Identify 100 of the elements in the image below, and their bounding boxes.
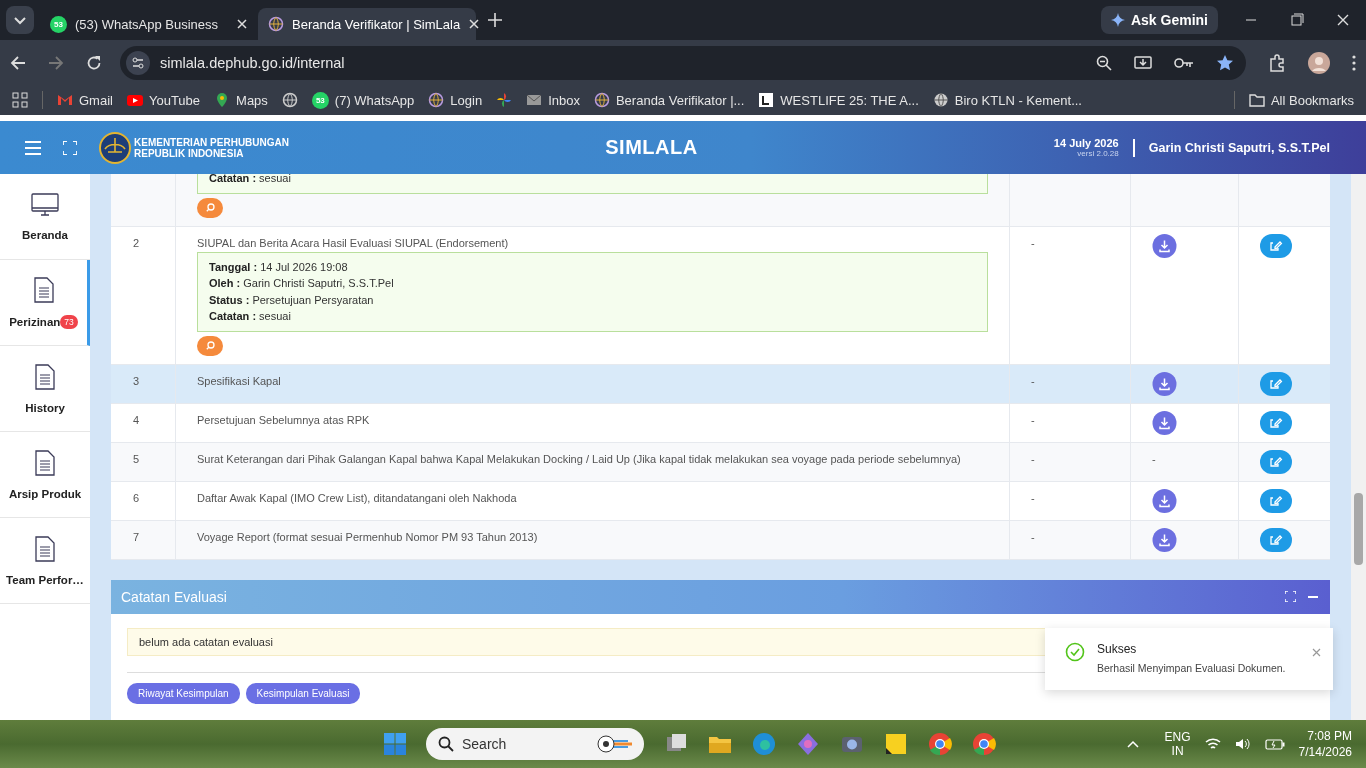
bookmark-link[interactable]: Gmail <box>79 92 113 108</box>
scrollbar[interactable] <box>1351 174 1366 720</box>
download-button[interactable] <box>1152 410 1177 435</box>
language-indicator[interactable]: ENG IN <box>1164 730 1191 758</box>
check-circle-icon <box>1065 642 1085 662</box>
chrome-icon[interactable] <box>928 732 952 756</box>
document-name: Surat Keterangan dari Pihak Galangan Kapal bahwa Kapal Melakukan Docking / Laid Up (Jika kapal tidak melakukan sea voyage pada periode sebelumnya) <box>197 452 962 465</box>
search-field[interactable]: Search <box>426 728 644 760</box>
note-line: Tanggal : 14 Jul 2026 19:08 <box>209 259 349 275</box>
sidebar-item[interactable]: Perizinan 73 <box>0 260 90 346</box>
document-name: SIUPAL dan Berita Acara Hasil Evaluasi SIUPAL (Endorsement) <box>197 236 510 249</box>
close-icon[interactable] <box>468 18 481 30</box>
sidebar-item[interactable]: History <box>0 346 90 432</box>
bookmark-link[interactable]: YouTube <box>148 92 201 108</box>
bookmark-link[interactable]: WESTLIFE 25: THE A... <box>780 92 919 108</box>
bookmark-link[interactable]: All Bookmarks <box>1270 92 1354 108</box>
region-text: IN <box>1171 744 1184 758</box>
battery-icon[interactable] <box>1264 738 1285 750</box>
scrollbar-thumb[interactable] <box>1354 493 1363 565</box>
edit-button[interactable] <box>1260 371 1292 396</box>
mail-icon[interactable] <box>57 92 73 108</box>
count-badge: 73 <box>60 314 78 329</box>
square-icon[interactable] <box>758 92 775 108</box>
chrome-icon[interactable] <box>972 732 996 756</box>
url-text: simlala.dephub.go.id/internal <box>160 54 345 71</box>
date-text: 7/14/2026 <box>1298 744 1352 760</box>
extensions-icon[interactable] <box>1268 53 1286 72</box>
edit-button[interactable] <box>1260 488 1292 513</box>
apps-grid-icon[interactable] <box>12 92 28 108</box>
toast-title: Sukses <box>1097 642 1138 656</box>
reload-icon[interactable] <box>86 54 102 71</box>
bookmark-link[interactable]: (7) WhatsApp <box>334 92 415 108</box>
bookmark-link[interactable]: Beranda Verifikator |... <box>615 92 745 108</box>
clock[interactable]: 7:08 PM 7/14/2026 <box>1298 728 1352 760</box>
key-icon[interactable] <box>1174 55 1194 70</box>
back-icon[interactable] <box>10 54 26 71</box>
play-icon[interactable] <box>126 92 143 108</box>
fullscreen-icon[interactable] <box>63 140 77 155</box>
note-line: Catatan : sesuai <box>209 309 292 325</box>
sidebar-label: Beranda <box>22 228 68 241</box>
folder-icon[interactable] <box>1248 93 1265 107</box>
forward-icon[interactable] <box>48 54 64 71</box>
expand-icon[interactable] <box>1285 591 1296 603</box>
new-tab-icon[interactable] <box>488 13 502 27</box>
speaker-icon[interactable] <box>1234 737 1251 751</box>
document-icon <box>33 276 54 303</box>
tab-title: (53) WhatsApp Business <box>75 16 220 32</box>
table-cell: - <box>1031 530 1035 543</box>
mail-icon[interactable] <box>526 92 543 108</box>
row-number: 5 <box>133 452 140 465</box>
menu-icon[interactable] <box>25 140 41 155</box>
chevron-up-icon[interactable] <box>1126 740 1139 748</box>
globe-icon[interactable] <box>428 92 445 108</box>
tab-list-icon[interactable] <box>6 6 34 34</box>
sidebar-label: Perizinan <box>9 315 61 328</box>
edit-button[interactable] <box>1260 449 1292 474</box>
sparkle-icon <box>1110 13 1125 27</box>
version-text: versi 2.0.28 <box>1077 149 1119 158</box>
browser-icon[interactable] <box>752 732 776 756</box>
sidebar-item[interactable]: Arsip Produk <box>0 432 90 518</box>
sidebar-item[interactable]: Team Perfor… <box>0 518 90 604</box>
start-icon[interactable] <box>384 733 406 755</box>
note-line: Catatan : sesuai <box>209 174 292 186</box>
bookmark-link[interactable]: Inbox <box>548 92 580 108</box>
download-button[interactable] <box>1152 233 1177 258</box>
download-button[interactable] <box>1152 527 1177 552</box>
sticky-note-icon[interactable] <box>884 732 908 756</box>
action-button[interactable]: Riwayat Kesimpulan <box>127 682 240 704</box>
zoom-icon[interactable] <box>1096 54 1112 71</box>
browser-tab[interactable]: 53 (53) WhatsApp Business <box>40 8 258 40</box>
edit-button[interactable] <box>1260 233 1292 258</box>
download-button[interactable] <box>1152 488 1177 513</box>
sidebar-label: Arsip Produk <box>8 487 82 500</box>
sidebar-item[interactable]: Beranda <box>0 174 90 260</box>
bookmark-link[interactable]: Biro KTLN - Kement... <box>954 92 1082 108</box>
address-bar[interactable]: simlala.dephub.go.id/internal <box>120 45 1246 80</box>
wifi-icon[interactable] <box>1204 737 1221 751</box>
edit-button[interactable] <box>1260 527 1292 552</box>
more-icon[interactable] <box>1352 54 1356 71</box>
table-cell: - <box>1031 236 1035 249</box>
bookmark-link[interactable]: Maps <box>236 92 268 108</box>
star-icon[interactable] <box>1216 53 1234 72</box>
document-icon <box>35 449 55 476</box>
table-cell-text: - <box>1152 451 1156 465</box>
ask-gemini-button[interactable]: Ask Gemini <box>1100 6 1218 34</box>
time-text: 7:08 PM <box>1307 728 1352 744</box>
install-icon[interactable] <box>1134 54 1152 71</box>
download-button[interactable] <box>1152 371 1177 396</box>
action-button[interactable]: Kesimpulan Evaluasi <box>245 682 361 704</box>
avatar-icon[interactable] <box>1308 51 1330 74</box>
browser-tab[interactable]: Beranda Verifikator | SimLala <box>258 8 476 40</box>
pinwheel-icon[interactable] <box>496 92 513 108</box>
bookmark-link[interactable]: Login <box>450 92 483 108</box>
globe-icon[interactable] <box>932 92 949 108</box>
edit-button[interactable] <box>1260 410 1292 435</box>
table-cell: - <box>1031 413 1035 426</box>
app-title: SIMLALA <box>604 136 699 159</box>
globe-icon[interactable] <box>593 92 610 108</box>
toast-message: Berhasil Menyimpan Evaluasi Dokumen. <box>1097 662 1287 674</box>
user-name[interactable]: Garin Christi Saputri, S.S.T.Pel <box>1148 140 1330 155</box>
